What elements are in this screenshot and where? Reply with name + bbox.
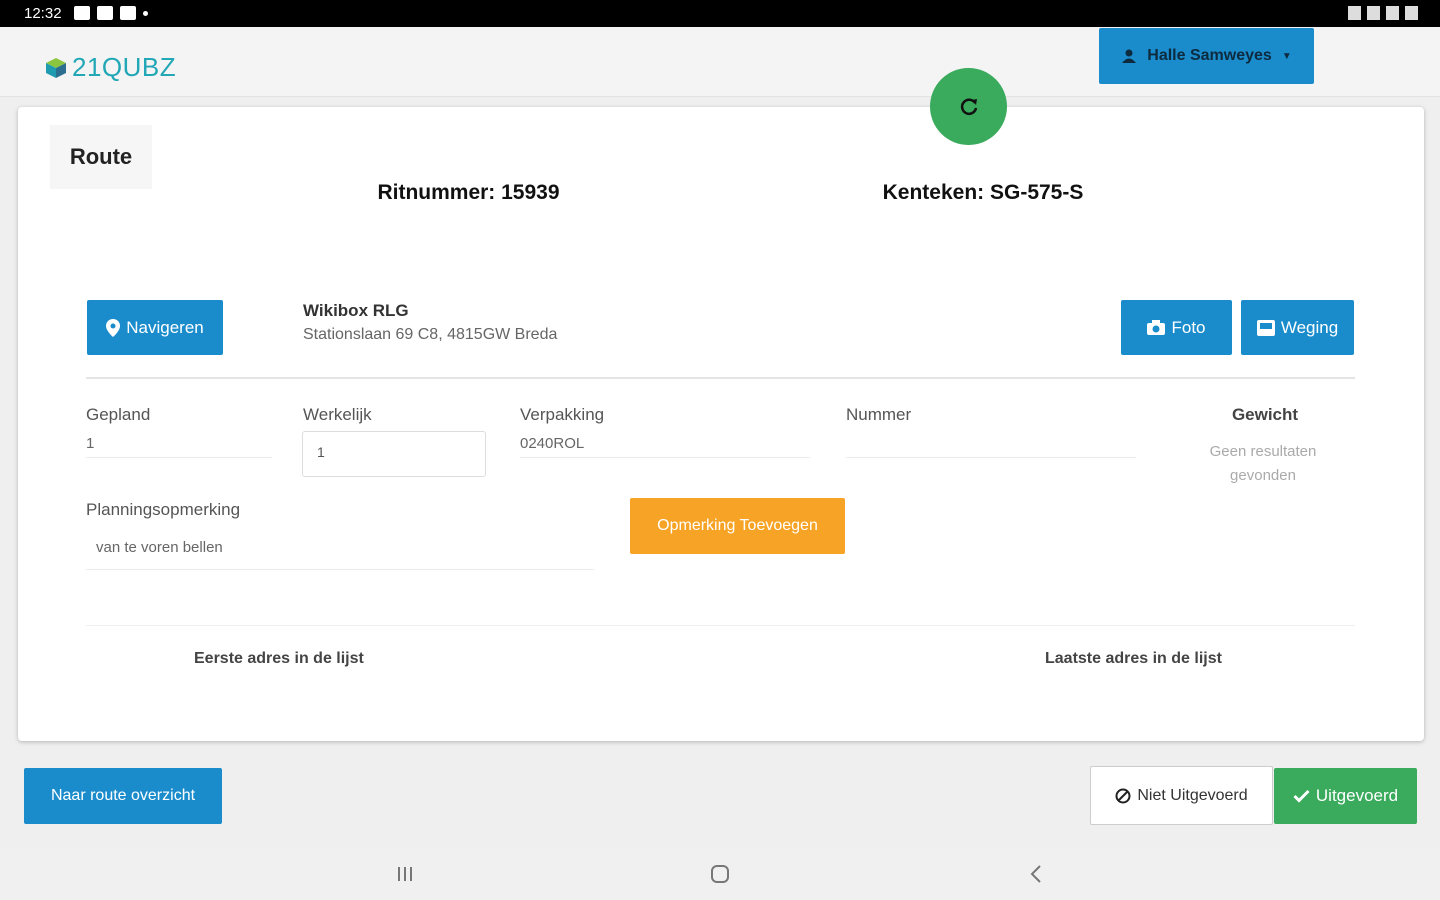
gepland-value: 1	[86, 435, 95, 452]
chevron-down-icon: ▼	[1281, 50, 1292, 62]
route-overview-button[interactable]: Naar route overzicht	[24, 768, 222, 824]
android-status-bar: 12:32	[0, 0, 1440, 27]
first-address-link[interactable]: Eerste adres in de lijst	[194, 650, 364, 668]
image-notification-icon	[74, 6, 90, 20]
map-marker-icon	[106, 318, 121, 337]
gallery-notification-icon	[120, 6, 136, 20]
battery-icon	[1405, 6, 1418, 20]
camera-icon	[1147, 320, 1166, 335]
gewicht-empty-text: Geen resultaten gevonden	[1209, 443, 1317, 484]
kenteken: Kenteken: SG-575-S	[882, 181, 1084, 204]
page-title: Route	[50, 125, 152, 189]
ritnummer: Ritnummer: 15939	[377, 181, 560, 204]
refresh-icon	[960, 98, 977, 115]
signal-icon	[1386, 6, 1399, 20]
wifi-icon	[1367, 6, 1380, 20]
weging-button[interactable]: Weging	[1241, 300, 1354, 355]
user-name: Halle Samweyes	[1147, 47, 1272, 64]
verpakking-label: Verpakking	[520, 405, 605, 424]
add-remark-button[interactable]: Opmerking Toevoegen	[630, 498, 845, 554]
planning-underline	[86, 569, 594, 570]
route-card: Route Ritnummer: 15939 Kenteken: SG-575-…	[18, 107, 1424, 741]
foto-button[interactable]: Foto	[1121, 300, 1232, 355]
status-time: 12:32	[24, 5, 62, 22]
user-menu-button[interactable]: Halle Samweyes ▼	[1099, 28, 1314, 84]
location-address: Stationslaan 69 C8, 4815GW Breda	[303, 326, 558, 343]
ban-icon	[1115, 788, 1131, 803]
recent-apps-icon[interactable]	[395, 864, 415, 884]
gewicht-label: Gewicht	[1231, 405, 1299, 424]
back-icon[interactable]	[1026, 864, 1046, 884]
gepland-label: Gepland	[86, 405, 151, 424]
check-icon	[1293, 789, 1310, 803]
logo-text: 21QUBZ	[72, 52, 177, 82]
android-nav-bar	[0, 847, 1440, 900]
notification-icons	[74, 6, 148, 20]
last-address-link[interactable]: Laatste adres in de lijst	[1045, 650, 1222, 668]
weging-label: Weging	[1280, 317, 1339, 337]
planning-value: van te voren bellen	[96, 539, 223, 556]
navigate-label: Navigeren	[126, 317, 204, 337]
mute-icon	[1348, 6, 1361, 20]
verpakking-underline	[520, 457, 810, 458]
navigate-button[interactable]: Navigeren	[87, 300, 223, 355]
nummer-underline	[846, 457, 1136, 458]
werkelijk-input[interactable]: 1	[302, 431, 486, 477]
foto-label: Foto	[1171, 317, 1206, 337]
more-notifications-icon	[143, 10, 148, 16]
sync-button[interactable]	[930, 68, 1007, 145]
gepland-underline	[86, 457, 272, 458]
done-button[interactable]: Uitgevoerd	[1274, 768, 1417, 824]
app-header: 21QUBZ Halle Samweyes ▼	[0, 27, 1440, 97]
message-notification-icon	[97, 6, 113, 20]
not-done-label: Niet Uitgevoerd	[1137, 786, 1248, 804]
divider	[86, 625, 1355, 626]
not-done-button[interactable]: Niet Uitgevoerd	[1090, 766, 1273, 825]
logo[interactable]: 21QUBZ	[44, 52, 176, 83]
location-name: Wikibox RLG	[303, 301, 409, 320]
system-icons	[1348, 6, 1418, 20]
planning-label: Planningsopmerking	[86, 500, 241, 519]
werkelijk-label: Werkelijk	[303, 405, 372, 424]
user-icon	[1122, 49, 1137, 63]
done-label: Uitgevoerd	[1315, 786, 1399, 805]
home-icon[interactable]	[710, 864, 730, 884]
divider	[86, 377, 1355, 379]
nummer-label: Nummer	[846, 405, 912, 424]
verpakking-value: 0240ROL	[520, 435, 585, 452]
cube-logo-icon	[46, 57, 66, 78]
scale-icon	[1256, 319, 1275, 336]
